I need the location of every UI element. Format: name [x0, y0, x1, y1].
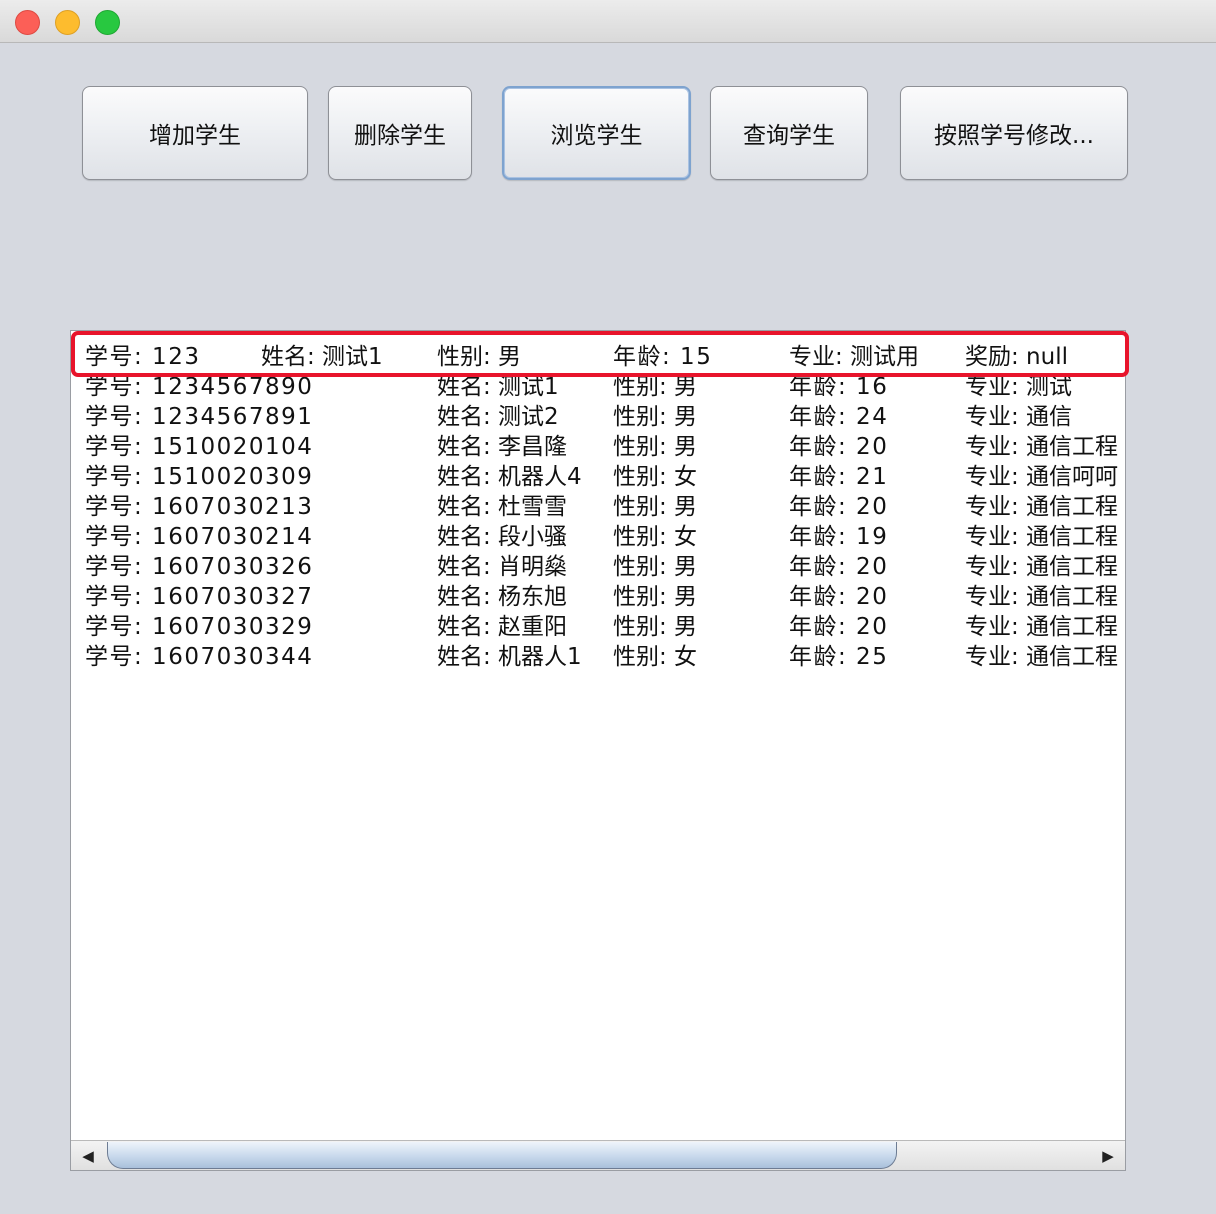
student-id: 学号: 1607030213	[85, 494, 314, 520]
student-id: 学号: 1607030214	[85, 524, 314, 550]
scroll-left-icon[interactable]: ◀	[71, 1141, 105, 1170]
student-name: 姓名: 李昌隆	[437, 434, 568, 460]
student-award: 奖励: null	[965, 344, 1068, 370]
list-item[interactable]: 学号: 1510020309 姓名: 机器人4 性别: 女 年龄: 21 专业: 通信呵…	[71, 462, 1125, 492]
student-age: 年龄: 20	[789, 554, 889, 580]
close-icon[interactable]	[15, 10, 40, 35]
list-item[interactable]: 学号: 1234567891 姓名: 测试2 性别: 男 年龄: 24 专业: 通信	[71, 402, 1125, 432]
student-major: 专业: 通信工程	[965, 614, 1119, 640]
student-gender: 性别: 男	[613, 374, 698, 400]
list-item[interactable]: 学号: 1607030214 姓名: 段小骚 性别: 女 年龄: 19 专业: 通信工程	[71, 522, 1125, 552]
student-major: 专业: 通信呵呵	[965, 464, 1119, 490]
student-id: 学号: 1607030327	[85, 584, 314, 610]
student-age: 年龄: 24	[789, 404, 889, 430]
scroll-track[interactable]	[105, 1142, 1091, 1169]
maximize-icon[interactable]	[95, 10, 120, 35]
student-name: 姓名: 肖明燊	[437, 554, 568, 580]
student-name: 姓名: 测试1	[437, 374, 559, 400]
student-gender: 性别: 男	[613, 434, 698, 460]
student-id: 学号: 1510020104	[85, 434, 314, 460]
student-id: 学号: 1234567890	[85, 374, 314, 400]
student-name: 姓名: 机器人1	[437, 644, 582, 670]
list-item[interactable]: 学号: 1607030327 姓名: 杨东旭 性别: 男 年龄: 20 专业: 通信工程	[71, 582, 1125, 612]
student-list[interactable]: 学号: 123 姓名: 测试1 性别: 男 年龄: 15 专业: 测试用 奖励: null…	[70, 330, 1126, 1171]
list-item[interactable]: 学号: 123 姓名: 测试1 性别: 男 年龄: 15 专业: 测试用 奖励: null	[71, 342, 1125, 372]
student-major: 专业: 通信工程	[965, 434, 1119, 460]
list-item[interactable]: 学号: 1607030326 姓名: 肖明燊 性别: 男 年龄: 20 专业: 通信工程	[71, 552, 1125, 582]
delete-student-button[interactable]: 删除学生	[328, 86, 472, 180]
student-major: 专业: 通信工程	[965, 644, 1119, 670]
student-age: 年龄: 20	[789, 434, 889, 460]
student-id: 学号: 1510020309	[85, 464, 314, 490]
student-gender: 性别: 女	[613, 644, 698, 670]
student-major: 专业: 通信工程	[965, 554, 1119, 580]
student-major: 专业: 通信工程	[965, 584, 1119, 610]
student-major: 专业: 通信工程	[965, 524, 1119, 550]
student-name: 姓名: 机器人4	[437, 464, 582, 490]
student-name: 姓名: 测试1	[261, 344, 383, 370]
student-name: 姓名: 测试2	[437, 404, 559, 430]
browse-students-button[interactable]: 浏览学生	[502, 86, 691, 180]
student-age: 年龄: 16	[789, 374, 889, 400]
student-gender: 性别: 男	[437, 344, 522, 370]
student-id: 学号: 1607030344	[85, 644, 314, 670]
student-id: 学号: 1607030326	[85, 554, 314, 580]
student-age: 年龄: 20	[789, 494, 889, 520]
scroll-right-icon[interactable]: ▶	[1091, 1141, 1125, 1170]
student-age: 年龄: 20	[789, 584, 889, 610]
list-item[interactable]: 学号: 1607030329 姓名: 赵重阳 性别: 男 年龄: 20 专业: 通信工程	[71, 612, 1125, 642]
student-name: 姓名: 杜雪雪	[437, 494, 568, 520]
student-major: 专业: 通信工程	[965, 494, 1119, 520]
minimize-icon[interactable]	[55, 10, 80, 35]
student-name: 姓名: 杨东旭	[437, 584, 568, 610]
student-rows: 学号: 123 姓名: 测试1 性别: 男 年龄: 15 专业: 测试用 奖励: null…	[71, 342, 1125, 672]
student-age: 年龄: 15	[613, 344, 713, 370]
student-id: 学号: 1234567891	[85, 404, 314, 430]
student-major: 专业: 测试	[965, 374, 1073, 400]
student-gender: 性别: 男	[613, 494, 698, 520]
student-name: 姓名: 赵重阳	[437, 614, 568, 640]
student-gender: 性别: 男	[613, 554, 698, 580]
list-item[interactable]: 学号: 1607030213 姓名: 杜雪雪 性别: 男 年龄: 20 专业: 通信工程	[71, 492, 1125, 522]
student-gender: 性别: 男	[613, 404, 698, 430]
student-gender: 性别: 男	[613, 614, 698, 640]
scroll-thumb[interactable]	[107, 1142, 897, 1169]
list-item[interactable]: 学号: 1234567890 姓名: 测试1 性别: 男 年龄: 16 专业: 测试	[71, 372, 1125, 402]
list-item[interactable]: 学号: 1607030344 姓名: 机器人1 性别: 女 年龄: 25 专业: 通信工…	[71, 642, 1125, 672]
student-id: 学号: 1607030329	[85, 614, 314, 640]
student-age: 年龄: 25	[789, 644, 889, 670]
student-gender: 性别: 女	[613, 524, 698, 550]
list-item[interactable]: 学号: 1510020104 姓名: 李昌隆 性别: 男 年龄: 20 专业: 通信工程	[71, 432, 1125, 462]
student-id: 学号: 123	[85, 344, 201, 370]
modify-by-id-button[interactable]: 按照学号修改...	[900, 86, 1128, 180]
student-age: 年龄: 20	[789, 614, 889, 640]
student-gender: 性别: 女	[613, 464, 698, 490]
add-student-button[interactable]: 增加学生	[82, 86, 308, 180]
student-age: 年龄: 21	[789, 464, 889, 490]
student-age: 年龄: 19	[789, 524, 889, 550]
horizontal-scrollbar[interactable]: ◀ ▶	[71, 1140, 1125, 1170]
student-major: 专业: 测试用	[789, 344, 920, 370]
query-student-button[interactable]: 查询学生	[710, 86, 868, 180]
title-bar	[0, 0, 1216, 43]
student-gender: 性别: 男	[613, 584, 698, 610]
student-major: 专业: 通信	[965, 404, 1073, 430]
student-name: 姓名: 段小骚	[437, 524, 568, 550]
